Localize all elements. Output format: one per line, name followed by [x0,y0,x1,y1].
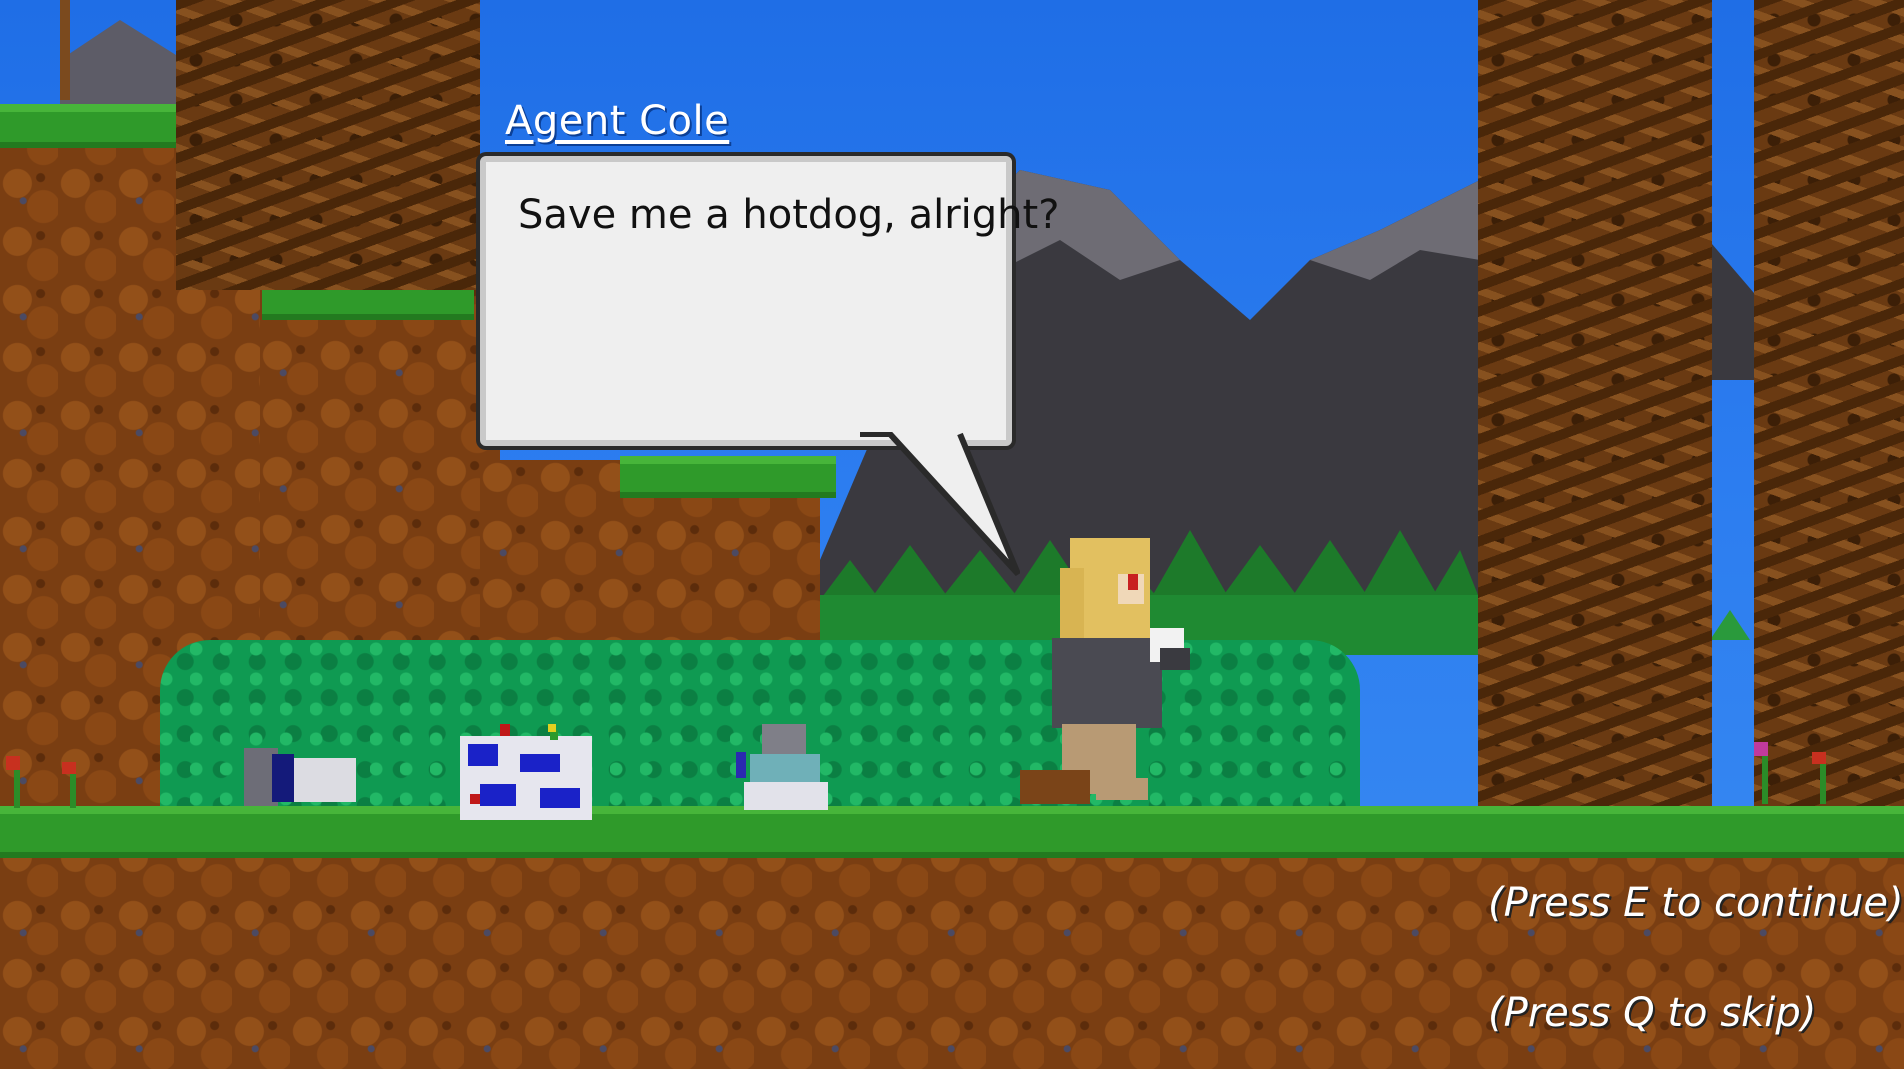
ground-grass [0,806,1904,858]
speech-bubble: Save me a hotdog, alright? [480,156,1059,446]
tipped-bin-item [244,748,356,806]
speaker-name: Agent Cole [505,98,730,144]
flowers-right [1754,742,1826,804]
tree-trunk-far-right [1754,0,1904,820]
flowers-left [6,756,76,808]
cliff-lower-grass [620,456,836,498]
agent-cole-character [1020,538,1190,804]
game-scene: Agent Cole Save me a hotdog, alright? (P… [0,0,1904,1069]
tree-trunk-right [1478,0,1712,820]
wooden-frame [0,0,70,100]
continue-prompt: (Press E to continue) [1488,880,1904,926]
dialogue-text: Save me a hotdog, alright? [518,192,1060,238]
skip-prompt: (Press Q to skip) [1488,990,1817,1036]
crumpled-flag-item [460,724,592,820]
glass-mug-item [736,724,828,810]
tree-trunk-left [176,0,480,290]
speech-bubble-tail [860,432,1020,577]
